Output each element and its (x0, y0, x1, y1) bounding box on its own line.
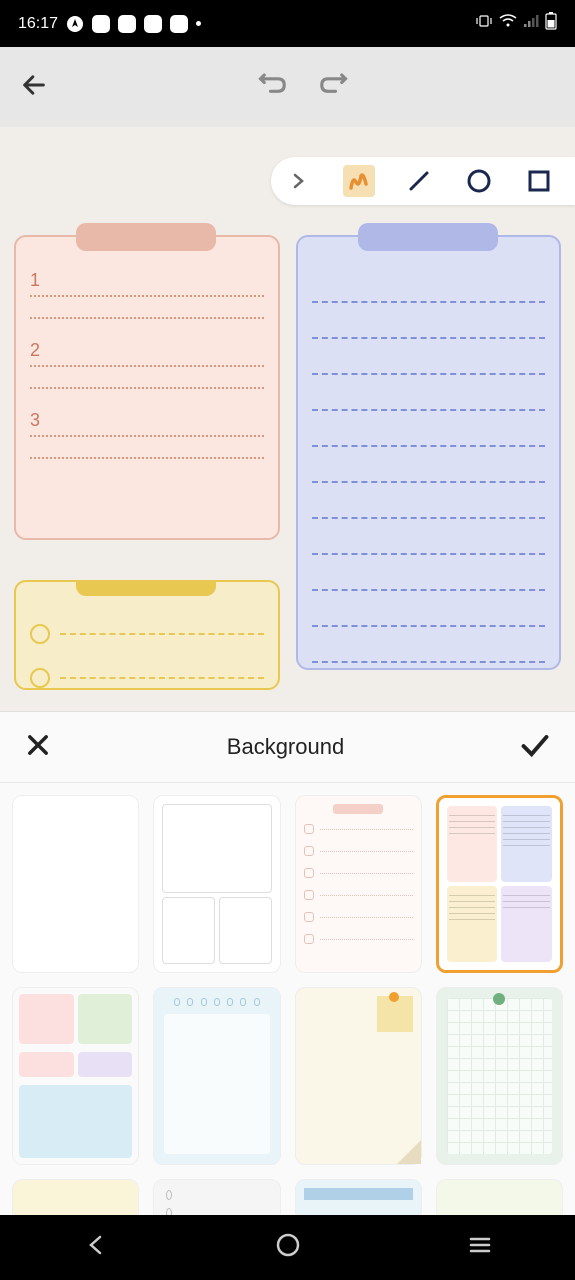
redo-button[interactable] (318, 72, 348, 103)
navigation-bar (0, 1215, 575, 1280)
circle-tool[interactable] (463, 165, 495, 197)
nav-back-button[interactable] (84, 1233, 108, 1262)
wifi-icon (499, 14, 517, 33)
background-panel: Background (0, 711, 575, 1215)
canvas-area[interactable]: 1 2 3 (0, 127, 575, 711)
undo-button[interactable] (258, 72, 288, 103)
freehand-tool[interactable] (343, 165, 375, 197)
bg-option-checklist[interactable] (295, 795, 422, 973)
bg-option-pastel-cards[interactable] (12, 987, 139, 1165)
line-number: 1 (30, 270, 40, 291)
yellow-checklist-card (14, 580, 280, 690)
battery-icon (545, 12, 557, 35)
app-icon (118, 15, 136, 33)
signal-icon (523, 14, 539, 33)
line-number: 2 (30, 340, 40, 361)
nav-home-button[interactable] (275, 1232, 301, 1263)
blue-lined-card (296, 235, 562, 670)
drawing-toolbar (271, 157, 575, 205)
bg-option-grid-paper[interactable] (436, 987, 563, 1165)
bg-option-sticky-note[interactable] (295, 987, 422, 1165)
app-icon (92, 15, 110, 33)
app-icon (144, 15, 162, 33)
bg-option-frames[interactable] (153, 795, 280, 973)
background-grid (0, 783, 575, 1234)
bg-option-spiral-notebook[interactable] (153, 987, 280, 1165)
line-number: 3 (30, 410, 40, 431)
expand-tools-button[interactable] (283, 165, 315, 197)
line-tool[interactable] (403, 165, 435, 197)
square-tool[interactable] (523, 165, 555, 197)
compass-icon (66, 15, 84, 33)
more-dot-icon (196, 21, 201, 26)
back-button[interactable] (20, 71, 48, 104)
status-bar: 16:17 (0, 0, 575, 47)
close-button[interactable] (24, 731, 52, 764)
pink-numbered-card: 1 2 3 (14, 235, 280, 540)
clock: 16:17 (18, 15, 58, 33)
bg-option-blank[interactable] (12, 795, 139, 973)
nav-recent-button[interactable] (468, 1235, 492, 1260)
app-toolbar (0, 47, 575, 127)
confirm-button[interactable] (519, 731, 551, 764)
app-icon (170, 15, 188, 33)
vibrate-icon (475, 14, 493, 33)
bg-option-colored-sections[interactable] (436, 795, 563, 973)
panel-title: Background (227, 734, 344, 760)
